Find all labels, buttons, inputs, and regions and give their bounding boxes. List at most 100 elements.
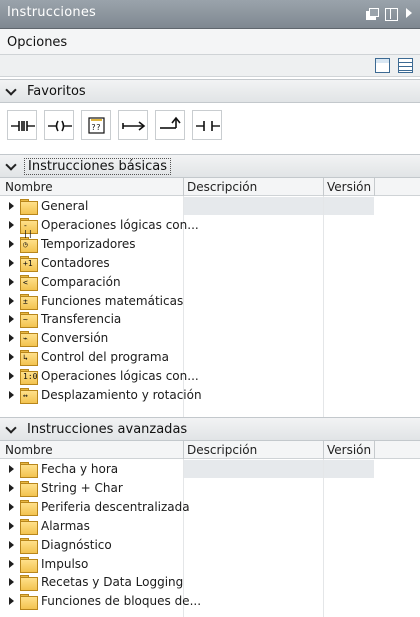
column-description-header[interactable]: Descripción bbox=[187, 180, 257, 194]
tree-row[interactable]: ↳ Control del programa bbox=[0, 348, 420, 367]
column-name-header[interactable]: Nombre bbox=[5, 180, 53, 194]
folder-icon: < bbox=[20, 274, 38, 291]
tree-row-label: Temporizadores bbox=[41, 236, 136, 251]
tree-row-label: Desplazamiento y rotación bbox=[41, 388, 202, 402]
chevron-down-icon[interactable] bbox=[7, 424, 16, 433]
empty-box-icon: ?? bbox=[88, 117, 105, 134]
tree-row-label: Impulso bbox=[41, 556, 89, 571]
tree-row[interactable]: ↔ Desplazamiento y rotación bbox=[0, 386, 420, 405]
tree-row[interactable]: -|| Operaciones lógicas con... bbox=[0, 216, 420, 237]
tree-row[interactable]: Impulso bbox=[0, 555, 420, 574]
tree-row-label: Conversión bbox=[41, 331, 109, 346]
folder-icon bbox=[20, 480, 38, 497]
favorite-normally-open-contact-2[interactable] bbox=[192, 110, 222, 140]
expand-arrow-icon[interactable] bbox=[9, 465, 14, 473]
tree-row[interactable]: 1:0 Operaciones lógicas con... bbox=[0, 367, 420, 386]
expand-arrow-icon[interactable] bbox=[9, 578, 14, 587]
collapse-panel-icon[interactable] bbox=[403, 7, 416, 20]
column-version-header[interactable]: Versión bbox=[327, 180, 371, 194]
tree-row-label: Funciones matemáticas bbox=[41, 293, 184, 308]
folder-icon bbox=[20, 462, 38, 478]
favorite-close-branch[interactable] bbox=[155, 110, 185, 140]
folder-icon: 1:0 bbox=[20, 369, 38, 386]
chevron-down-icon[interactable] bbox=[7, 161, 16, 170]
tree-row[interactable]: ± Funciones matemáticas bbox=[0, 292, 420, 311]
expand-arrow-icon[interactable] bbox=[9, 597, 14, 606]
tree-row-label: Recetas y Data Logging bbox=[41, 575, 184, 590]
advanced-instructions-section-header[interactable]: Instrucciones avanzadas bbox=[0, 417, 420, 441]
expand-arrow-icon[interactable] bbox=[9, 372, 14, 381]
tree-row-label: Control del programa bbox=[41, 350, 169, 365]
favorites-title: Favoritos bbox=[27, 84, 86, 99]
tree-row[interactable]: Recetas y Data Logging bbox=[0, 573, 420, 592]
tree-row[interactable]: General bbox=[0, 197, 420, 216]
chevron-down-icon[interactable] bbox=[7, 86, 16, 95]
expand-arrow-icon[interactable] bbox=[9, 239, 14, 248]
column-name-header[interactable]: Nombre bbox=[5, 443, 53, 457]
folder-icon: ↔ bbox=[20, 388, 38, 404]
empty-box-text: ?? bbox=[91, 123, 101, 132]
folder-icon: ◷ bbox=[20, 236, 38, 253]
column-description-header[interactable]: Descripción bbox=[187, 443, 257, 457]
tree-row-label: String + Char bbox=[41, 480, 123, 495]
favorite-open-branch[interactable] bbox=[118, 110, 148, 140]
advanced-table-header: Nombre Descripción Versión bbox=[0, 441, 420, 459]
tree-row[interactable]: String + Char bbox=[0, 479, 420, 498]
expand-arrow-icon[interactable] bbox=[9, 315, 14, 324]
tree-row-label: Operaciones lógicas con... bbox=[41, 369, 199, 384]
folder-icon: ~ bbox=[20, 312, 38, 329]
basic-instructions-section-header[interactable]: Instrucciones básicas bbox=[0, 154, 420, 178]
tree-row-label: Transferencia bbox=[41, 312, 122, 327]
tree-row-label: General bbox=[41, 199, 89, 213]
expand-arrow-icon[interactable] bbox=[9, 202, 14, 210]
options-header[interactable]: Opciones bbox=[0, 29, 420, 55]
expand-arrow-icon[interactable] bbox=[9, 296, 14, 305]
float-window-icon[interactable] bbox=[365, 7, 379, 20]
favorite-normally-open-contact[interactable] bbox=[7, 110, 37, 140]
expand-arrow-icon[interactable] bbox=[9, 391, 14, 399]
expand-arrow-icon[interactable] bbox=[9, 521, 14, 530]
tree-row[interactable]: Fecha y hora bbox=[0, 460, 420, 479]
expand-arrow-icon[interactable] bbox=[9, 258, 14, 267]
tree-row[interactable]: ⌁ Conversión bbox=[0, 329, 420, 348]
tree-row[interactable]: ◷ Temporizadores bbox=[0, 235, 420, 254]
expand-arrow-icon[interactable] bbox=[9, 220, 14, 229]
expand-arrow-icon[interactable] bbox=[9, 353, 14, 362]
normally-open-contact-icon bbox=[11, 121, 35, 131]
folder-icon: ↳ bbox=[20, 350, 38, 367]
favorites-section-header[interactable]: Favoritos bbox=[0, 79, 420, 103]
folder-icon: ⌁ bbox=[20, 331, 38, 348]
expand-arrow-icon[interactable] bbox=[9, 483, 14, 492]
folder-icon: -|| bbox=[20, 217, 38, 237]
tree-row-label: Funciones de bloques de... bbox=[41, 594, 202, 609]
folder-icon bbox=[20, 499, 38, 516]
tree-row-label: Fecha y hora bbox=[41, 462, 119, 476]
expand-arrow-icon[interactable] bbox=[9, 559, 14, 568]
tree-row[interactable]: Funciones de bloques de... bbox=[0, 592, 420, 611]
tree-row[interactable]: < Comparación bbox=[0, 273, 420, 292]
open-branch-icon bbox=[122, 121, 146, 131]
view-toolbar bbox=[0, 55, 420, 77]
coil-icon bbox=[48, 120, 72, 132]
close-branch-icon bbox=[160, 116, 181, 129]
normally-open-contact-icon-2 bbox=[196, 121, 220, 131]
folder-icon: ± bbox=[20, 293, 38, 310]
favorite-coil[interactable] bbox=[44, 110, 74, 140]
expand-arrow-icon[interactable] bbox=[9, 334, 14, 343]
list-view-icon[interactable] bbox=[398, 58, 413, 73]
expand-arrow-icon[interactable] bbox=[9, 502, 14, 511]
folder-icon bbox=[20, 556, 38, 573]
tree-row[interactable]: +1 Contadores bbox=[0, 254, 420, 273]
expand-arrow-icon[interactable] bbox=[9, 277, 14, 286]
tree-row[interactable]: Diagnóstico bbox=[0, 536, 420, 555]
pane-view-icon[interactable] bbox=[375, 58, 390, 73]
split-view-icon[interactable] bbox=[384, 7, 398, 21]
tree-row-label: Operaciones lógicas con... bbox=[41, 217, 199, 232]
expand-arrow-icon[interactable] bbox=[9, 540, 14, 549]
tree-row[interactable]: Periferia descentralizada bbox=[0, 498, 420, 517]
folder-icon: +1 bbox=[20, 255, 38, 272]
tree-row[interactable]: ~ Transferencia bbox=[0, 310, 420, 329]
tree-row[interactable]: Alarmas bbox=[0, 517, 420, 536]
favorite-empty-box[interactable]: ?? bbox=[81, 110, 111, 140]
column-version-header[interactable]: Versión bbox=[327, 443, 371, 457]
